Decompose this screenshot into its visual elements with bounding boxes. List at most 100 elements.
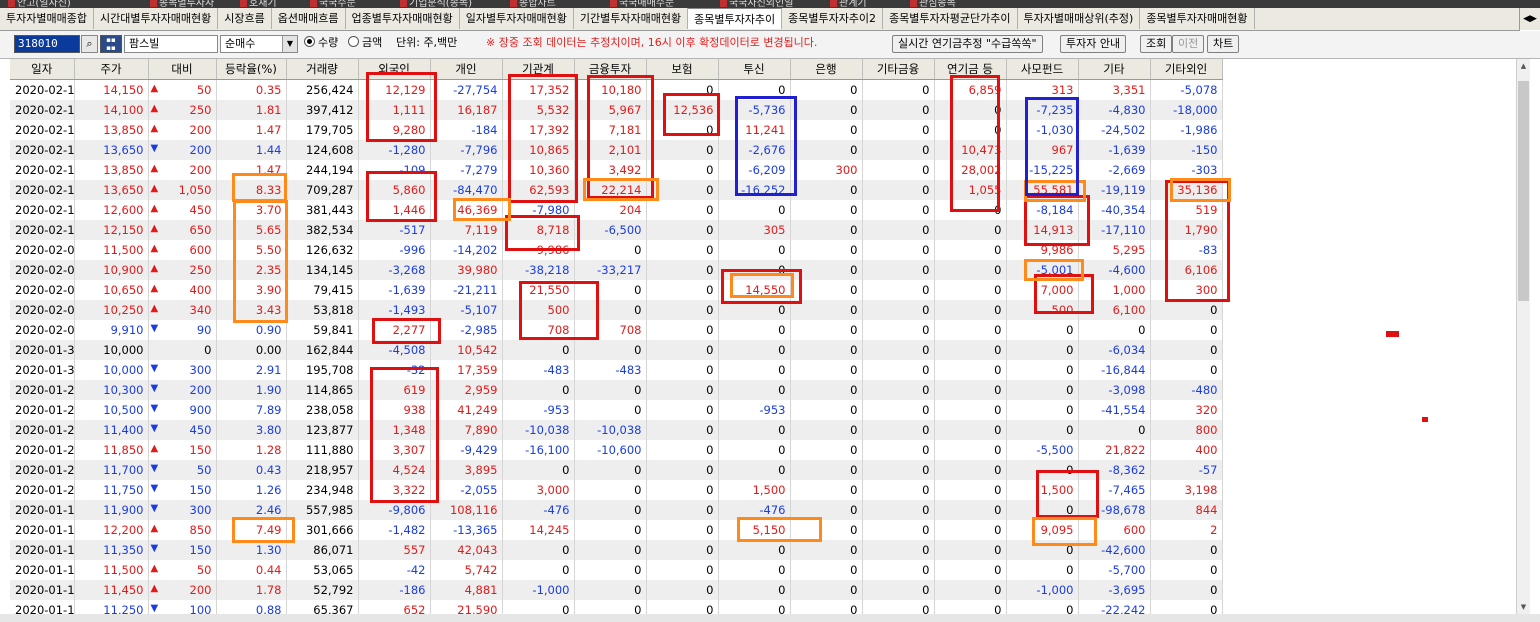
tab-item[interactable]: 옵션매매흐름 <box>272 8 346 29</box>
foreign-cell: -4,508 <box>358 340 431 360</box>
table-row[interactable]: 2020-02-039,910▼900.9059,8412,277-2,9857… <box>10 320 1223 340</box>
tab-item[interactable]: 종목별투자자평균단가추이 <box>883 8 1018 29</box>
table-row[interactable]: 2020-02-1914,150▲500.35256,42412,129-27,… <box>10 79 1223 100</box>
table-row[interactable]: 2020-02-0510,650▲4003.9079,415-1,639-21,… <box>10 280 1223 300</box>
column-header[interactable]: 거래량 <box>286 59 359 80</box>
window-tab[interactable]: 국국수문 <box>310 0 356 8</box>
radio-quantity[interactable]: 수량 <box>304 35 338 53</box>
search-icon[interactable]: ⌕ <box>81 35 98 53</box>
table-row[interactable]: 2020-01-2211,850▲1501.28111,8803,307-9,4… <box>10 440 1223 460</box>
change-cell: ▲ 250 <box>148 260 217 280</box>
table-row[interactable]: 2020-02-1213,650▲1,0508.33709,2875,860-8… <box>10 180 1223 200</box>
column-header[interactable]: 투신 <box>718 59 791 80</box>
table-row[interactable]: 2020-01-1511,350▼1501.3086,07155742,0430… <box>10 540 1223 560</box>
etc-cell: -3,098 <box>1078 380 1151 400</box>
tab-item[interactable]: 업종별투자자매매현황 <box>346 8 460 29</box>
indiv-cell: 17,359 <box>430 360 503 380</box>
tab-scroll-arrows[interactable]: ◀▶ <box>1519 8 1540 30</box>
column-header[interactable]: 기타 <box>1078 59 1151 80</box>
table-row[interactable]: 2020-01-1612,200▲8507.49301,666-1,482-13… <box>10 520 1223 540</box>
change-cell: ▲ 600 <box>148 240 217 260</box>
table-row[interactable]: 2020-01-1411,500▲500.4453,065-425,742000… <box>10 560 1223 580</box>
pension-cell: 0 <box>934 260 1007 280</box>
table-row[interactable]: 2020-01-1711,900▼3002.46557,985-9,806108… <box>10 500 1223 520</box>
etcfor-cell: 0 <box>1150 580 1223 600</box>
table-row[interactable]: 2020-02-1413,650▼2001.44124,608-1,280-7,… <box>10 140 1223 160</box>
column-header[interactable]: 등락율(%) <box>216 59 287 80</box>
tab-item[interactable]: 기간별투자자매매현황 <box>574 8 689 29</box>
column-header[interactable]: 대비 <box>148 59 217 80</box>
tab-item[interactable]: 종목별투자자추이 <box>688 8 783 29</box>
column-header[interactable]: 은행 <box>790 59 863 80</box>
horizontal-scrollbar[interactable] <box>0 614 1540 622</box>
table-row[interactable]: 2020-02-0410,250▲3403.4353,818-1,493-5,1… <box>10 300 1223 320</box>
window-icon <box>400 0 407 7</box>
fin-cell: -10,600 <box>574 440 647 460</box>
window-tab[interactable]: 기업분석(종목) <box>400 0 472 8</box>
foreign-cell: 12,129 <box>358 79 431 100</box>
fin-cell: 0 <box>574 280 647 300</box>
window-tab[interactable]: 관심종목 <box>910 0 956 8</box>
column-header[interactable]: 연기금 등 <box>934 59 1007 80</box>
table-row[interactable]: 2020-01-3110,00000.00162,844-4,50810,542… <box>10 340 1223 360</box>
investor-guide-button[interactable]: 투자자 안내 <box>1060 35 1127 53</box>
table-row[interactable]: 2020-01-2111,700▼500.43218,9574,5243,895… <box>10 460 1223 480</box>
pef-cell: 9,986 <box>1006 240 1079 260</box>
etcfin-cell: 0 <box>862 460 935 480</box>
table-row[interactable]: 2020-02-0610,900▲2502.35134,145-3,26839,… <box>10 260 1223 280</box>
scroll-up-icon[interactable]: ▲ <box>1517 59 1530 73</box>
window-tab[interactable]: 안고(일자신) <box>8 0 71 8</box>
stock-code-input[interactable]: 318010 <box>14 35 80 53</box>
stock-lookup-icon[interactable]: ▪▪ ▪▪ <box>100 35 122 53</box>
column-header[interactable]: 주가 <box>74 59 149 80</box>
column-header[interactable]: 보험 <box>646 59 719 80</box>
tab-item[interactable]: 종목별투자자추이2 <box>782 8 884 29</box>
column-header[interactable]: 기타외인 <box>1150 59 1223 80</box>
scroll-down-icon[interactable]: ▼ <box>1517 600 1530 614</box>
table-row[interactable]: 2020-02-1814,100▲2501.81397,4121,11116,1… <box>10 100 1223 120</box>
table-row[interactable]: 2020-02-1713,850▲2001.47179,7059,280-184… <box>10 120 1223 140</box>
column-header[interactable]: 일자 <box>10 59 75 80</box>
rate-cell: 1.47 <box>216 160 287 180</box>
window-tab[interactable]: 국국자신외인일 <box>720 0 793 8</box>
table-row[interactable]: 2020-01-2810,500▼9007.89238,05893841,249… <box>10 400 1223 420</box>
prev-button[interactable]: 이전 <box>1172 35 1205 53</box>
query-button[interactable]: 조회 <box>1140 35 1173 53</box>
window-tab[interactable]: 호재기 <box>240 0 277 8</box>
volume-cell: 557,985 <box>286 500 359 520</box>
tab-item[interactable]: 일자별투자자매매현황 <box>460 8 574 29</box>
mode-select[interactable]: 순매수 ▼ <box>220 35 298 53</box>
window-tab[interactable]: 관계기 <box>830 0 867 8</box>
tab-item[interactable]: 투자자별매매상위(추정) <box>1018 8 1141 29</box>
window-tab[interactable]: 국국매매수문 <box>610 0 674 8</box>
table-row[interactable]: 2020-02-1313,850▲2001.47244,194-109-7,27… <box>10 160 1223 180</box>
column-header[interactable]: 기관계 <box>502 59 575 80</box>
vertical-scrollbar[interactable]: ▲ ▼ <box>1516 59 1530 614</box>
change-cell: ▲ 50 <box>148 560 217 580</box>
column-header[interactable]: 외국인 <box>358 59 431 80</box>
window-tab[interactable]: 종목별투자자 <box>150 0 214 8</box>
foreign-cell: -1,280 <box>358 140 431 160</box>
tab-item[interactable]: 종목별투자자매매현황 <box>1140 8 1255 29</box>
scroll-thumb[interactable] <box>1518 81 1529 301</box>
window-tab[interactable]: 종합차트 <box>510 0 556 8</box>
column-header[interactable]: 사모펀드 <box>1006 59 1079 80</box>
realtime-pension-button[interactable]: 실시간 연기금추정 "수급쏙쏙" <box>892 35 1043 53</box>
column-header[interactable]: 기타금융 <box>862 59 935 80</box>
table-row[interactable]: 2020-02-1012,150▲6505.65382,534-5177,119… <box>10 220 1223 240</box>
table-row[interactable]: 2020-01-2311,400▼4503.80123,8771,3487,89… <box>10 420 1223 440</box>
tab-item[interactable]: 시장흐름 <box>218 8 272 29</box>
radio-amount[interactable]: 금액 <box>348 35 382 53</box>
column-header[interactable]: 금융투자 <box>574 59 647 80</box>
table-row[interactable]: 2020-02-0711,500▲6005.50126,632-996-14,2… <box>10 240 1223 260</box>
table-row[interactable]: 2020-02-1112,600▲4503.70381,4431,44646,3… <box>10 200 1223 220</box>
column-header[interactable]: 개인 <box>430 59 503 80</box>
table-row[interactable]: 2020-01-1311,450▲2001.7852,792-1864,881-… <box>10 580 1223 600</box>
table-row[interactable]: 2020-01-2011,750▼1501.26234,9483,322-2,0… <box>10 480 1223 500</box>
table-row[interactable]: 2020-01-2910,300▼2001.90114,8656192,9590… <box>10 380 1223 400</box>
tab-item[interactable]: 투자자별매매종합 <box>0 8 94 29</box>
table-row[interactable]: 2020-01-3010,000▼3002.91195,708-3217,359… <box>10 360 1223 380</box>
chart-button[interactable]: 차트 <box>1207 35 1240 53</box>
tab-item[interactable]: 시간대별투자자매매현황 <box>94 8 219 29</box>
table-header-row: 일자 주가 대비 등락율(%) 거래량 외국인 개인 기관계 금융투자 보험 투신 은행 기타금융 연기금… <box>10 59 1223 80</box>
